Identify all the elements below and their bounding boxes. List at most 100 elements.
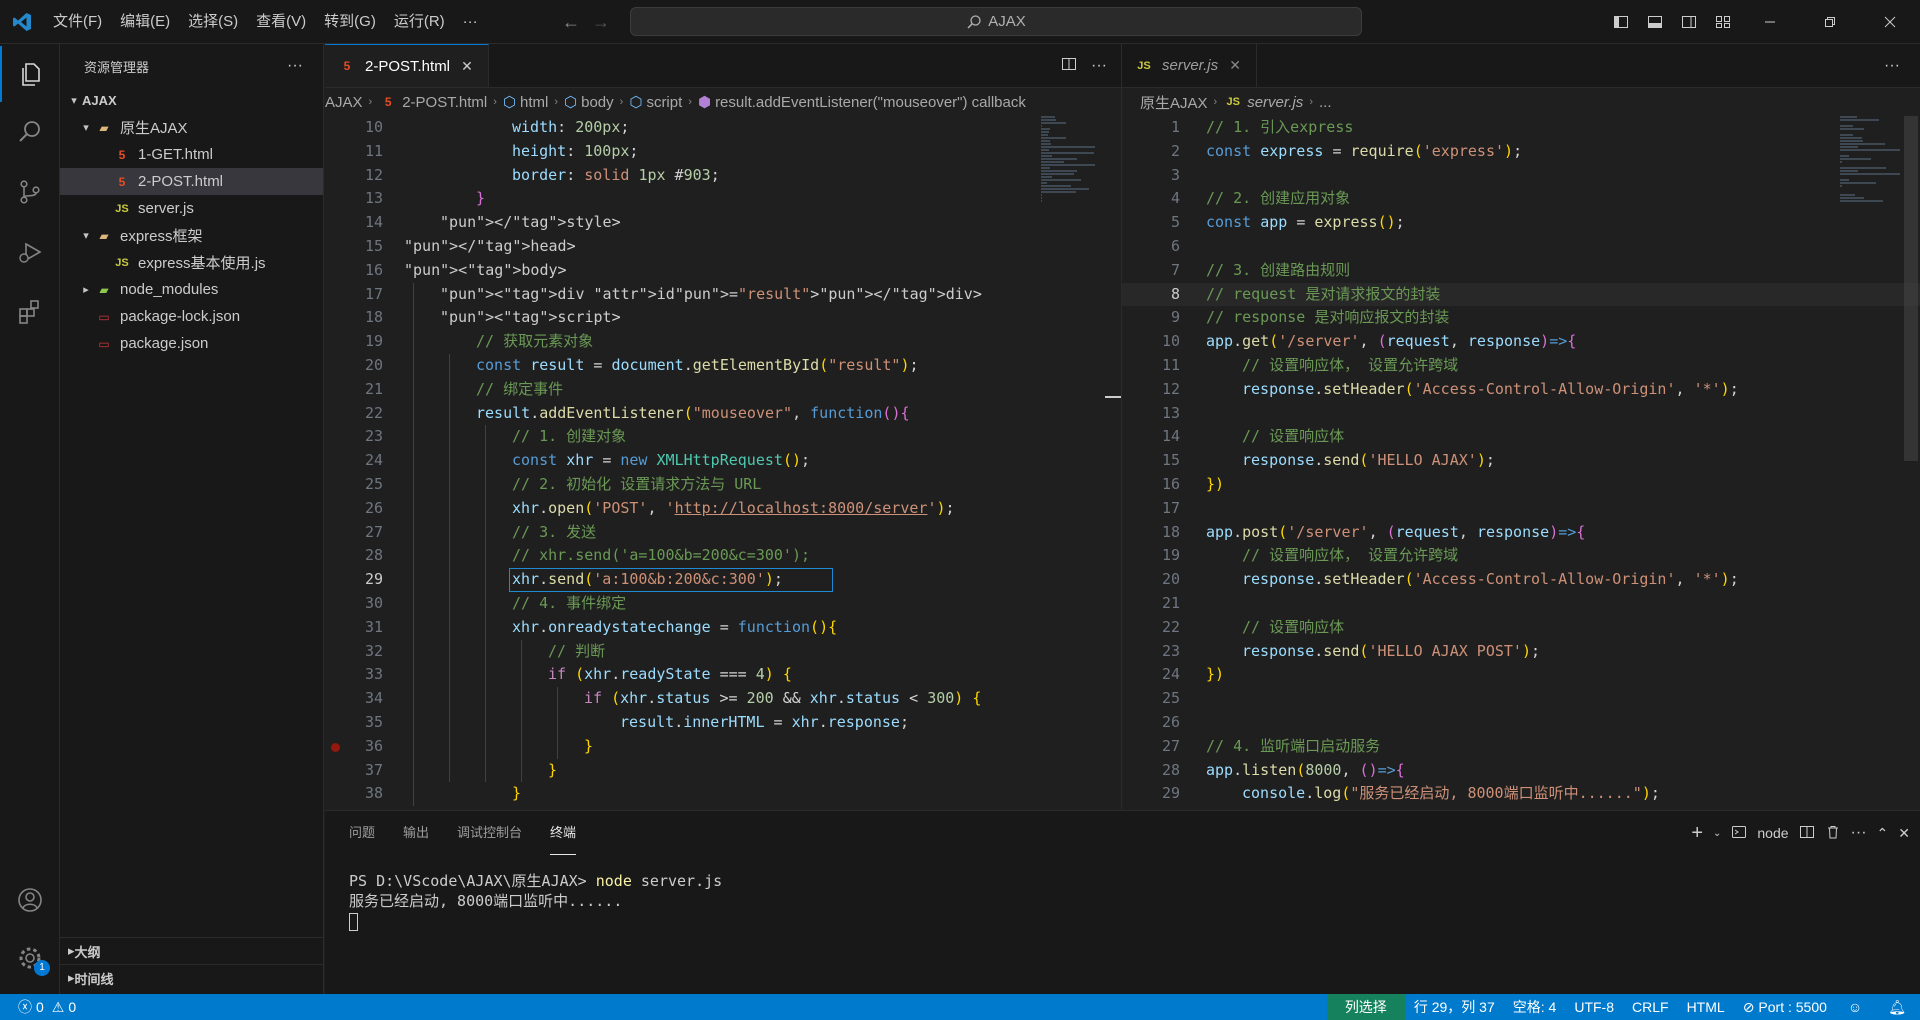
code-text[interactable]: }) — [1206, 663, 1224, 687]
line-number[interactable]: 5 — [1122, 211, 1180, 235]
tab-debug-console[interactable]: 调试控制台 — [457, 811, 522, 855]
source-control-icon[interactable] — [0, 164, 60, 220]
line-number[interactable]: 2 — [1122, 140, 1180, 164]
menu-item[interactable]: 选择(S) — [179, 0, 247, 44]
restore-icon[interactable] — [1800, 0, 1860, 44]
line-number[interactable]: 21 — [1122, 592, 1180, 616]
tree-file-1-get-html[interactable]: 5 1-GET.html — [60, 141, 323, 168]
code-text[interactable]: // 设置响应体， 设置允许跨域 — [1242, 354, 1458, 378]
chevron-down-icon[interactable]: ⌄ — [1713, 828, 1721, 839]
line-number[interactable]: 25 — [325, 473, 383, 497]
code-text[interactable]: result.innerHTML = xhr.response; — [620, 711, 909, 735]
code-text[interactable]: app.post('/server', (request, response)=… — [1206, 521, 1585, 545]
line-number[interactable]: 28 — [1122, 759, 1180, 783]
line-number[interactable]: 20 — [325, 354, 383, 378]
line-number[interactable]: 27 — [325, 521, 383, 545]
code-text[interactable]: } — [476, 187, 485, 211]
breadcrumb-item[interactable]: html — [520, 94, 548, 111]
search-view-icon[interactable] — [0, 104, 60, 160]
code-text[interactable]: const xhr = new XMLHttpRequest(); — [512, 449, 810, 473]
code-text[interactable]: "pun"></"tag">head> — [404, 235, 576, 259]
tab-server-js[interactable]: JS server.js ✕ — [1122, 44, 1258, 87]
line-number[interactable]: 12 — [1122, 378, 1180, 402]
line-number[interactable]: 6 — [1122, 235, 1180, 259]
line-number[interactable]: 4 — [1122, 187, 1180, 211]
run-debug-icon[interactable] — [0, 224, 60, 280]
tree-file-2-post-html[interactable]: 5 2-POST.html — [60, 168, 323, 195]
code-text[interactable]: } — [584, 735, 593, 759]
line-number[interactable]: 26 — [1122, 711, 1180, 735]
line-number[interactable]: 24 — [1122, 663, 1180, 687]
toggle-panel-icon[interactable] — [1638, 0, 1672, 44]
more-actions-icon[interactable]: ··· — [1091, 57, 1107, 75]
code-text[interactable]: if (xhr.readyState === 4) { — [548, 663, 792, 687]
line-number[interactable]: 38 — [325, 782, 383, 806]
line-number[interactable]: 20 — [1122, 568, 1180, 592]
tree-folder-express[interactable]: ▾ ▰ express框架 — [60, 222, 323, 249]
code-text[interactable]: response.send('HELLO AJAX POST'); — [1242, 640, 1540, 664]
code-text[interactable]: // 1. 引入express — [1206, 116, 1353, 140]
line-number[interactable]: 13 — [1122, 402, 1180, 426]
menu-item[interactable]: 编辑(E) — [111, 0, 179, 44]
line-number[interactable]: 15 — [1122, 449, 1180, 473]
line-number[interactable]: 12 — [325, 164, 383, 188]
code-text[interactable]: app.listen(8000, ()=>{ — [1206, 759, 1405, 783]
more-actions-icon[interactable]: ··· — [1884, 57, 1900, 75]
forward-arrow-icon[interactable]: → — [586, 12, 616, 33]
line-number[interactable]: 29 — [325, 568, 383, 592]
line-number[interactable]: 11 — [325, 140, 383, 164]
line-number[interactable]: 1 — [1122, 116, 1180, 140]
maximize-panel-icon[interactable]: ⌃ — [1877, 825, 1889, 842]
tab-terminal[interactable]: 终端 — [550, 811, 577, 855]
code-text[interactable]: // 设置响应体， 设置允许跨域 — [1242, 544, 1458, 568]
breakpoint-dot-icon[interactable] — [331, 742, 340, 752]
code-text[interactable]: "pun"></"tag">style> — [440, 211, 621, 235]
split-editor-icon[interactable] — [1061, 56, 1077, 75]
menu-item[interactable]: 查看(V) — [247, 0, 315, 44]
breadcrumb-item[interactable]: AJAX — [325, 94, 363, 111]
code-text[interactable]: } — [548, 759, 557, 783]
line-number[interactable]: 13 — [325, 187, 383, 211]
line-number[interactable]: 37 — [325, 759, 383, 783]
line-number[interactable]: 10 — [1122, 330, 1180, 354]
line-number[interactable]: 23 — [325, 425, 383, 449]
code-text[interactable]: xhr.open('POST', 'http://localhost:8000/… — [512, 497, 955, 521]
code-text[interactable]: // 4. 事件绑定 — [512, 592, 626, 616]
line-number[interactable]: 22 — [1122, 616, 1180, 640]
code-text[interactable]: const express = require('express'); — [1206, 140, 1522, 164]
code-text[interactable]: // 绑定事件 — [476, 378, 563, 402]
left-code-editor[interactable]: 10 width: 200px; 11 height: 100px; 12 border:… — [325, 116, 1121, 810]
line-number[interactable]: 14 — [1122, 425, 1180, 449]
extensions-icon[interactable] — [0, 284, 60, 340]
timeline-section[interactable]: ▸ 时间线 — [60, 964, 323, 991]
menu-item[interactable]: ··· — [454, 0, 487, 44]
command-center-search[interactable]: AJAX — [630, 7, 1362, 36]
close-tab-icon[interactable]: ✕ — [1226, 57, 1244, 74]
line-number[interactable]: 9 — [1122, 306, 1180, 330]
tab-2-post-html[interactable]: 5 2-POST.html ✕ — [325, 44, 490, 87]
more-actions-icon[interactable]: ··· — [287, 57, 303, 75]
tree-file-package-lock-json[interactable]: ▭ package-lock.json — [60, 303, 323, 330]
live-server-port[interactable]: ⊘ Port : 5500 — [1734, 994, 1836, 1020]
tree-file-express-basic-js[interactable]: JS express基本使用.js — [60, 249, 323, 276]
outline-section[interactable]: ▸ 大纲 — [60, 937, 323, 964]
notifications-bell-icon[interactable]: 🔔︎ — [1874, 994, 1920, 1020]
right-code-editor[interactable]: 1 // 1. 引入express 2 const express = require… — [1122, 116, 1920, 810]
line-number[interactable]: 16 — [325, 259, 383, 283]
code-text[interactable]: // 3. 发送 — [512, 521, 596, 545]
code-text[interactable]: // xhr.send('a=100&b=200&c=300'); — [512, 544, 810, 568]
code-text[interactable]: height: 100px; — [512, 140, 638, 164]
language-mode[interactable]: HTML — [1678, 994, 1734, 1020]
tab-output[interactable]: 输出 — [403, 811, 429, 855]
more-actions-icon[interactable]: ··· — [1851, 824, 1867, 842]
terminal-output[interactable]: PS D:\VScode\AJAX\原生AJAX> node server.js… — [349, 871, 722, 931]
code-text[interactable]: // request 是对请求报文的封装 — [1206, 283, 1440, 307]
breadcrumb-item[interactable]: script — [646, 94, 682, 111]
code-text[interactable]: // 判断 — [548, 640, 605, 664]
code-text[interactable]: // 设置响应体 — [1242, 616, 1344, 640]
line-number[interactable]: 24 — [325, 449, 383, 473]
trash-icon[interactable] — [1825, 824, 1841, 843]
line-number[interactable]: 33 — [325, 663, 383, 687]
feedback-icon[interactable]: ☺ — [1836, 994, 1874, 1020]
line-number[interactable]: 19 — [325, 330, 383, 354]
